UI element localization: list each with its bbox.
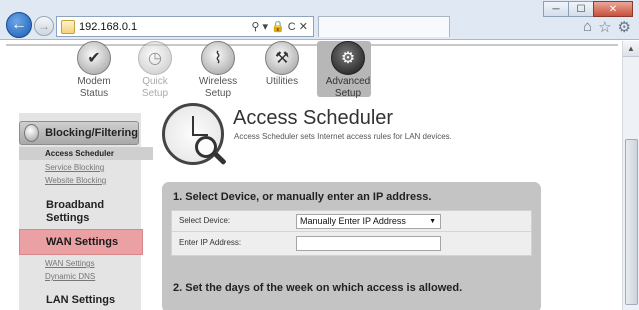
- gears-icon: ⚙: [331, 41, 365, 75]
- sidebar-group-label: Settings: [46, 212, 90, 224]
- section-form: Select Device: Manually Enter IP Address…: [171, 210, 532, 256]
- sidebar-item-access-scheduler[interactable]: Access Scheduler: [45, 149, 114, 158]
- check-icon: ✔: [77, 41, 111, 75]
- window-controls: ─ ☐ ✕: [543, 1, 633, 17]
- nav-wireless-setup[interactable]: ⌇ Wireless Setup: [186, 41, 250, 99]
- sidebar-header-label: Blocking/Filtering: [45, 127, 138, 139]
- dropdown-arrow-icon: ▼: [429, 218, 436, 225]
- sidebar-item-service-blocking[interactable]: Service Blocking: [45, 163, 104, 172]
- page-description: Access Scheduler sets Internet access ru…: [234, 132, 452, 141]
- section-title: 1. Select Device, or manually enter an I…: [173, 191, 432, 203]
- sidebar-item-wan-settings[interactable]: WAN Settings: [45, 259, 95, 268]
- nav-label: Quick: [142, 76, 168, 87]
- nav-quick-setup[interactable]: ◷ Quick Setup: [123, 41, 187, 99]
- maximize-button[interactable]: ☐: [568, 1, 594, 17]
- stopwatch-icon: ◷: [138, 41, 172, 75]
- browser-toolbar-icons: ⌂ ☆ ⚙: [577, 18, 631, 36]
- nav-advanced-setup[interactable]: ⚙ Advanced Setup: [316, 41, 380, 99]
- page-title: Access Scheduler: [233, 107, 394, 129]
- device-select-value: Manually Enter IP Address: [300, 216, 406, 226]
- clock-magnifier-icon: [162, 103, 227, 166]
- arrow-right-icon: →: [38, 19, 50, 33]
- forward-button[interactable]: →: [34, 16, 54, 36]
- nav-label: Setup: [334, 88, 362, 99]
- scroll-thumb[interactable]: [625, 139, 638, 305]
- wireless-icon: ⌇: [201, 41, 235, 75]
- minimize-button[interactable]: ─: [543, 1, 569, 17]
- page-viewport: ✔ Modem Status ◷ Quick Setup ⌇ Wireless …: [0, 41, 622, 310]
- settings-gear-icon[interactable]: ⚙: [618, 18, 631, 36]
- sidebar-item-dynamic-dns[interactable]: Dynamic DNS: [45, 272, 95, 281]
- nav-label: Wireless: [198, 76, 238, 87]
- nav-modem-status[interactable]: ✔ Modem Status: [62, 41, 126, 99]
- nav-label: Advanced: [325, 76, 371, 87]
- vertical-scrollbar[interactable]: ▲: [622, 41, 639, 310]
- sidebar-group-lan[interactable]: LAN Settings: [46, 294, 115, 307]
- sidebar-item-website-blocking[interactable]: Website Blocking: [45, 176, 106, 185]
- sidebar-group-wan[interactable]: WAN Settings: [19, 229, 143, 255]
- browser-tab[interactable]: [318, 16, 450, 37]
- form-row-device: Select Device: Manually Enter IP Address…: [172, 211, 531, 232]
- ip-address-label: Enter IP Address:: [179, 238, 242, 247]
- sidebar-group-broadband[interactable]: Broadband Settings: [46, 199, 104, 225]
- section-days-of-week: 2. Set the days of the week on which acc…: [162, 273, 541, 310]
- device-label: Select Device:: [179, 216, 231, 225]
- favorites-star-icon[interactable]: ☆: [598, 18, 611, 36]
- nav-label: Modem: [77, 76, 111, 87]
- form-row-ip: Enter IP Address:: [172, 233, 531, 254]
- top-navigation: ✔ Modem Status ◷ Quick Setup ⌇ Wireless …: [6, 41, 618, 99]
- address-bar[interactable]: 192.168.0.1 ⚲ ▾ 🔒 C ✕: [56, 16, 314, 37]
- back-button[interactable]: ←: [6, 12, 32, 38]
- device-select[interactable]: Manually Enter IP Address ▼: [296, 214, 441, 229]
- address-bar-controls[interactable]: ⚲ ▾ 🔒 C ✕: [251, 20, 308, 33]
- filter-icon: [24, 124, 40, 142]
- section-title: 2. Set the days of the week on which acc…: [173, 282, 463, 294]
- close-window-button[interactable]: ✕: [593, 1, 633, 17]
- page-favicon-icon: [61, 19, 75, 34]
- arrow-left-icon: ←: [11, 16, 27, 33]
- nav-label: Utilities: [265, 76, 299, 87]
- nav-label: Setup: [204, 88, 232, 99]
- url-text[interactable]: 192.168.0.1: [79, 21, 251, 33]
- sidebar: Blocking/Filtering Access Scheduler Serv…: [19, 113, 153, 310]
- sidebar-group-label: WAN Settings: [46, 236, 119, 248]
- ip-address-input[interactable]: [296, 236, 441, 251]
- scroll-up-arrow-icon[interactable]: ▲: [623, 41, 639, 57]
- sidebar-group-label: Broadband: [46, 199, 105, 211]
- nav-utilities[interactable]: ⚒ Utilities: [250, 41, 314, 89]
- nav-label: Setup: [141, 88, 169, 99]
- nav-label: Status: [79, 88, 109, 99]
- browser-toolbar: ─ ☐ ✕ ← → 192.168.0.1 ⚲ ▾ 🔒 C ✕ ⌂ ☆ ⚙: [0, 0, 639, 40]
- home-icon[interactable]: ⌂: [583, 18, 592, 36]
- tools-icon: ⚒: [265, 41, 299, 75]
- sidebar-header-blocking-filtering[interactable]: Blocking/Filtering: [19, 121, 139, 145]
